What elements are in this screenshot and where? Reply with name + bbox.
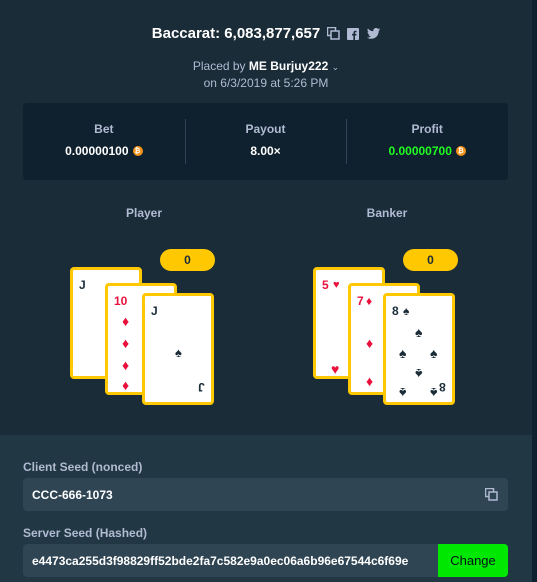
server-seed-label: Server Seed (Hashed) <box>23 526 148 540</box>
banker-score: 0 <box>403 249 458 271</box>
profit-value-row: 0.00000700 ₿ <box>346 144 508 158</box>
card-rank-bottom: 8 <box>439 380 446 394</box>
bet-details-panel: Baccarat: 6,083,877,657 Placed by ME Bur… <box>0 0 532 435</box>
seeds-section: Client Seed (nonced) CCC-666-1073 Server… <box>0 435 532 582</box>
copy-icon[interactable] <box>326 27 340 41</box>
bet-label: Bet <box>94 122 114 136</box>
client-seed-field[interactable]: CCC-666-1073 <box>23 478 508 511</box>
banker-label: Banker <box>366 206 408 220</box>
card-pip: ♠ <box>399 345 407 361</box>
profit-value: 0.00000700 <box>388 144 452 158</box>
server-seed-field[interactable]: e4473ca255d3f98829ff52bde2fa7c582e9a0ec0… <box>23 544 508 577</box>
scrollbar[interactable] <box>532 0 537 582</box>
placed-by-user[interactable]: ME Burjuy222 <box>249 59 328 73</box>
bitcoin-icon: ₿ <box>132 146 143 156</box>
client-seed-value[interactable]: CCC-666-1073 <box>23 488 474 502</box>
card-suit: ♥ <box>333 279 340 291</box>
payout-value: 8.00× <box>250 144 281 158</box>
profit-label: Profit <box>411 122 443 136</box>
client-seed-label: Client Seed (nonced) <box>23 460 143 474</box>
card-pip: ♦ <box>122 377 130 393</box>
card-pip: ♦ <box>366 373 374 389</box>
card-rank: J <box>151 304 158 318</box>
card-rank: 5 <box>322 278 329 292</box>
bet-stats: Bet 0.00000100 ₿ Payout 8.00× Profit 0.0… <box>23 103 508 180</box>
card-pip: ♠ <box>415 324 423 340</box>
card-pip: ♦ <box>122 313 130 329</box>
card-pip: ♥ <box>331 361 340 377</box>
placed-date: on 6/3/2019 at 5:26 PM <box>203 76 329 90</box>
card-rank: 8 <box>392 304 399 318</box>
player-card-3: J ♠ J <box>142 293 214 405</box>
card-pip: ♦ <box>122 335 130 351</box>
profit-stat: Profit 0.00000700 ₿ <box>346 103 508 180</box>
card-pip: ♠ <box>399 385 407 401</box>
player-score: 0 <box>160 249 215 271</box>
title-row: Baccarat: 6,083,877,657 <box>0 25 532 42</box>
server-seed-value[interactable]: e4473ca255d3f98829ff52bde2fa7c582e9a0ec0… <box>23 554 438 568</box>
card-suit: ♠ <box>175 345 182 360</box>
bet-value: 0.00000100 <box>65 144 129 158</box>
twitter-icon[interactable] <box>366 27 380 41</box>
bet-stat: Bet 0.00000100 ₿ <box>23 103 185 180</box>
chevron-down-icon[interactable]: ⌄ <box>332 62 340 72</box>
placed-by-prefix: Placed by <box>192 59 246 73</box>
bitcoin-icon: ₿ <box>455 146 466 156</box>
card-pip: ♠ <box>415 366 423 382</box>
facebook-icon[interactable] <box>346 27 360 41</box>
card-rank: 10 <box>114 294 128 308</box>
card-rank: J <box>79 278 86 292</box>
copy-icon[interactable] <box>474 478 508 511</box>
change-button[interactable]: Change <box>438 544 508 577</box>
card-rank-bottom: J <box>198 380 205 394</box>
placed-by-line: Placed by ME Burjuy222 ⌄ <box>0 58 532 75</box>
bet-value-row: 0.00000100 ₿ <box>23 144 185 158</box>
banker-card-3: 8 ♠ ♠ ♠ ♠ ♠ ♠ ♠ 8 <box>383 293 455 405</box>
card-pip: ♠ <box>430 345 438 361</box>
payout-value-row: 8.00× <box>185 144 347 158</box>
card-pip: ♦ <box>366 335 374 351</box>
card-suit: ♦ <box>366 294 373 308</box>
payout-stat: Payout 8.00× <box>184 103 347 180</box>
placed-info: Placed by ME Burjuy222 ⌄ on 6/3/2019 at … <box>0 58 532 91</box>
payout-label: Payout <box>245 122 286 136</box>
card-pip: ♠ <box>430 385 438 401</box>
player-label: Player <box>125 206 163 220</box>
card-suit: ♠ <box>403 304 410 318</box>
bet-title: Baccarat: 6,083,877,657 <box>151 25 321 42</box>
card-rank: 7 <box>357 294 364 308</box>
card-pip: ♦ <box>122 357 130 373</box>
